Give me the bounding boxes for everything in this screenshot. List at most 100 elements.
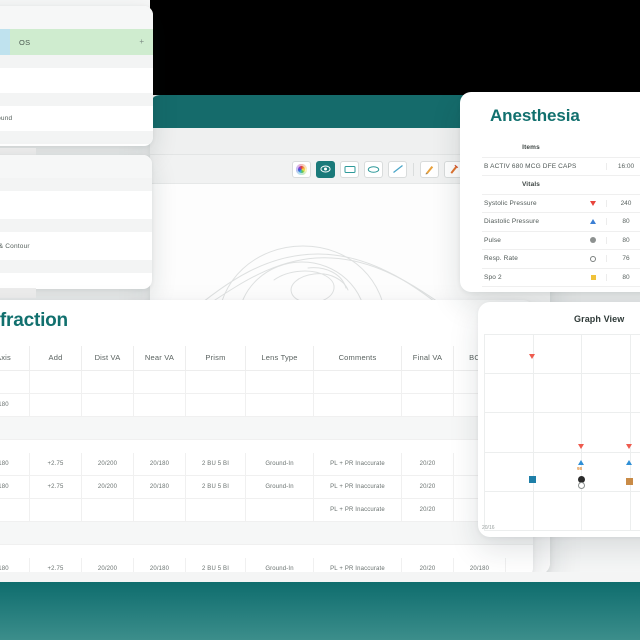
bottom-teal-band: [0, 582, 640, 640]
data-point: [626, 444, 633, 450]
vitals-row[interactable]: Pulse 80: [482, 232, 640, 250]
refraction-table-header: SphereCylAxisAddDist VANear VAPrismLens …: [0, 346, 533, 371]
grid-line-vertical: [629, 334, 631, 530]
vital-value-1: 80: [606, 218, 640, 226]
table-row[interactable]: OS5.75180: [0, 394, 533, 417]
table-cell: PL + PR Inaccurate: [314, 476, 402, 498]
vitals-row[interactable]: Spo 2 80: [482, 269, 640, 287]
data-label: 98: [577, 466, 583, 472]
column-header-os-label: OS: [19, 37, 31, 47]
table-row[interactable]: OD5.75: [0, 371, 533, 394]
yellow-square-icon: [590, 274, 596, 280]
table-group-separator: [0, 522, 533, 545]
table-cell: Ground-In: [246, 453, 314, 475]
panel-row-stripe: [0, 178, 152, 191]
pen-tool-button[interactable]: [420, 160, 439, 178]
icon-cell: [580, 200, 606, 206]
table-cell: [82, 371, 134, 393]
panel-header-strip: [0, 155, 152, 178]
items-header-label: Items: [522, 144, 540, 152]
table-cell: [82, 394, 134, 416]
grid-line-horizontal: [484, 490, 640, 492]
data-point: [577, 444, 584, 450]
grid-line-vertical: [484, 334, 485, 530]
vital-name: Pulse: [484, 236, 502, 244]
vital-name: Resp. Rate: [484, 255, 519, 263]
table-cell: [0, 499, 30, 521]
panel-row-stripe: [0, 55, 153, 68]
table-cell: [314, 394, 402, 416]
data-point: [577, 460, 584, 466]
icon-cell: [580, 237, 606, 244]
anesthesia-card: Anesthesia Items B ACTIV 680 MCG DFE CAP…: [460, 92, 640, 292]
table-cell: +2.75: [30, 453, 82, 475]
table-cell: [246, 499, 314, 521]
triangle-up-icon: [590, 219, 596, 225]
open-circle-icon: [590, 255, 596, 262]
line-icon: [392, 164, 403, 174]
rectangle-icon: [344, 165, 355, 173]
ellipse-tool-button[interactable]: [364, 160, 383, 178]
rectangle-tool-button[interactable]: [340, 160, 359, 178]
table-cell: 20/200: [82, 476, 134, 498]
table-cell: +2.75: [30, 476, 82, 498]
vitals-row[interactable]: Resp. Rate 76: [482, 250, 640, 269]
panel-header-strip: [0, 6, 153, 29]
column-header-od[interactable]: +: [0, 29, 10, 55]
vitals-row[interactable]: Systolic Pressure2401: [482, 195, 640, 213]
panel-row-stripe: [0, 131, 153, 144]
vital-name: Diastolic Pressure: [484, 218, 540, 226]
table-cell: [402, 394, 454, 416]
icon-cell: [580, 274, 606, 280]
vital-value-1: 240: [606, 199, 640, 207]
vitals-header-label: Vitals: [521, 181, 541, 189]
table-cell: [246, 371, 314, 393]
dark-backdrop-strip: [150, 0, 640, 95]
add-os-icon: +: [139, 37, 144, 46]
anesthesia-table: Items B ACTIV 680 MCG DFE CAPS 16:00 16 …: [482, 139, 640, 287]
vitals-row[interactable]: Diastolic Pressure801: [482, 213, 640, 232]
eye-lens-icon: [320, 165, 331, 173]
anesthesia-item-row[interactable]: B ACTIV 680 MCG DFE CAPS 16:00 16: [482, 158, 640, 176]
filled-circle-icon: [590, 237, 596, 244]
eye-lens-tool-button[interactable]: [316, 160, 335, 178]
vital-value-1: 80: [606, 236, 640, 244]
panel-row[interactable]: Flat & Round: [0, 106, 153, 131]
screenshot-stage: Anterior Chamber ▾ +: [0, 0, 640, 640]
table-cell: 180: [0, 476, 30, 498]
toolbar-divider: [413, 162, 414, 176]
grid-line-horizontal: [484, 334, 640, 335]
triangle-down-icon: [590, 200, 596, 206]
color-wheel-icon: [296, 163, 307, 175]
panel-row[interactable]: WNL: [0, 191, 152, 219]
table-row[interactable]: OS5.75180+2.7520/20020/1802 BU 5 BIGroun…: [0, 476, 533, 499]
graph-view-card: Graph View 98 20/16: [478, 302, 640, 537]
icon-cell: [580, 219, 606, 225]
panel-row-stripe: [0, 260, 152, 273]
panel-row[interactable]: White & Quiet: [0, 144, 153, 146]
table-row[interactable]: OD5.75180+2.7520/20020/1802 BU 5 BIGroun…: [0, 453, 533, 476]
line-tool-button[interactable]: [388, 160, 407, 178]
column-header: Dist VA: [82, 346, 134, 370]
table-cell: [0, 371, 30, 393]
vital-name: Systolic Pressure: [484, 199, 537, 207]
refraction-card: Refraction SphereCylAxisAddDist VANear V…: [0, 300, 533, 578]
table-group-gap: [0, 440, 533, 453]
panel-row[interactable]: Normal Color & Contour: [0, 232, 152, 260]
column-header: Comments: [314, 346, 402, 370]
graph-plot-area[interactable]: 98: [484, 334, 640, 531]
grid-line-horizontal: [484, 412, 640, 414]
table-row[interactable]: PL + PR Inaccurate 20/20: [0, 499, 533, 522]
panel-row[interactable]: WNL: [0, 68, 153, 93]
panel-edge-shadow: [0, 288, 36, 298]
column-header-os[interactable]: OS +: [10, 29, 153, 55]
color-wheel-tool-button[interactable]: [292, 160, 311, 178]
panel-row[interactable]: WNL: [0, 273, 152, 289]
table-cell: [134, 371, 186, 393]
table-cell: [186, 394, 246, 416]
table-group-separator: [0, 417, 533, 440]
panel-row-stripe: [0, 219, 152, 232]
column-header: Lens Type: [246, 346, 314, 370]
column-header: Axis: [0, 346, 30, 370]
table-cell: 20/200: [82, 453, 134, 475]
